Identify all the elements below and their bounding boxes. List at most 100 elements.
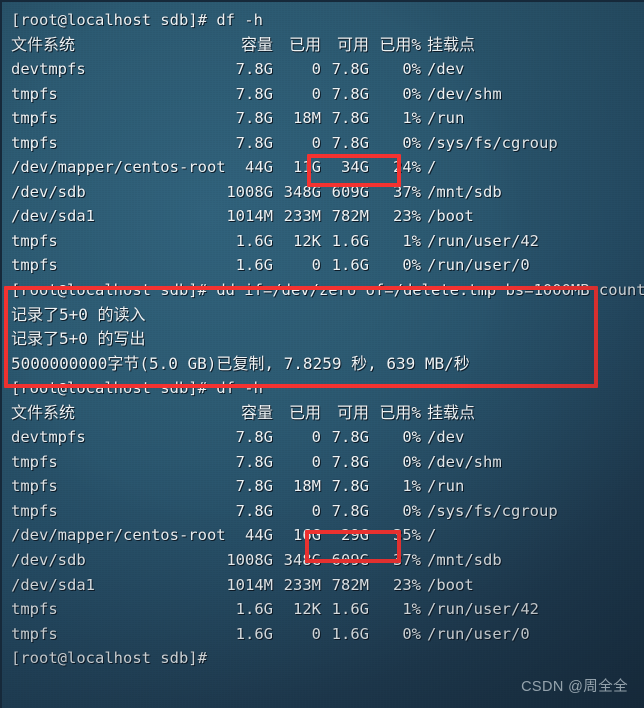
command-df-2: df -h [216, 379, 263, 398]
command-line-trailing[interactable]: [root@localhost sdb]# [11, 646, 641, 671]
dd-records-in: 记录了5+0 的读入 [11, 304, 146, 324]
cell-used: 0 [311, 256, 321, 275]
table-row-centos-root: /dev/mapper/centos-root 44G 16G 29G 35% … [11, 523, 641, 548]
cell-avail: 7.8G [331, 133, 369, 152]
cell-mounted: /boot [427, 575, 474, 594]
cell-mounted: /boot [427, 207, 474, 226]
cell-size: 1014M [226, 207, 273, 226]
dd-records-out: 记录了5+0 的写出 [11, 329, 146, 349]
command-dd: dd if=/dev/zero of=/delete.tmp bs=1000MB… [216, 281, 644, 300]
cell-mounted: /sys/fs/cgroup [427, 133, 558, 152]
cell-size: 1.6G [235, 231, 273, 250]
cell-size: 7.8G [235, 477, 273, 496]
cell-used: 233M [283, 207, 321, 226]
cell-avail: 7.8G [331, 477, 369, 496]
cell-used: 12K [293, 231, 321, 250]
table-row: tmpfs 1.6G 12K 1.6G 1% /run/user/42 [11, 229, 641, 254]
cell-size: 44G [245, 158, 273, 177]
cell-avail: 1.6G [331, 624, 369, 643]
table-row: tmpfs 7.8G 0 7.8G 0% /sys/fs/cgroup [11, 499, 641, 524]
cell-filesystem: /dev/sda1 [11, 207, 95, 226]
prompt-4: [root@localhost sdb]# [11, 649, 217, 668]
table-row: /dev/sda1 1014M 233M 782M 23% /boot [11, 204, 641, 229]
terminal-window[interactable]: [root@localhost sdb]# df -h 文件系统 容量 已用 可… [0, 0, 644, 708]
cell-used: 0 [311, 452, 321, 471]
cell-avail: 1.6G [331, 231, 369, 250]
cell-size: 7.8G [235, 428, 273, 447]
cell-filesystem: devtmpfs [11, 60, 86, 79]
df-col-avail: 可用 [336, 34, 369, 54]
cell-use-pct: 0% [402, 428, 421, 447]
cell-filesystem: /dev/sda1 [11, 575, 95, 594]
cell-used: 11G [293, 158, 321, 177]
cell-mounted: /dev [427, 60, 465, 79]
cell-used: 233M [283, 575, 321, 594]
cell-use-pct: 24% [393, 158, 421, 177]
cell-size: 7.8G [235, 84, 273, 103]
cell-size: 7.8G [235, 501, 273, 520]
cell-avail: 29G [341, 526, 369, 545]
cell-filesystem: /dev/sdb [11, 551, 86, 570]
cell-avail: 1.6G [331, 600, 369, 619]
cell-used: 0 [311, 624, 321, 643]
cell-size: 7.8G [235, 109, 273, 128]
df-col-filesystem: 文件系统 [11, 402, 76, 422]
table-row: /dev/sda1 1014M 233M 782M 23% /boot [11, 573, 641, 598]
df-col-used: 已用 [288, 34, 321, 54]
cell-filesystem: tmpfs [11, 109, 58, 128]
cell-mounted: /run [427, 109, 465, 128]
cell-filesystem: /dev/mapper/centos-root [11, 526, 226, 545]
prompt-2: [root@localhost sdb]# [11, 281, 217, 300]
df-col-size: 容量 [240, 402, 273, 422]
cell-avail: 609G [331, 182, 369, 201]
cell-size: 1.6G [235, 600, 273, 619]
table-row: tmpfs 7.8G 0 7.8G 0% /dev/shm [11, 82, 641, 107]
cell-avail: 7.8G [331, 452, 369, 471]
cell-size: 1.6G [235, 624, 273, 643]
table-row: tmpfs 7.8G 0 7.8G 0% /dev/shm [11, 450, 641, 475]
table-row-centos-root: /dev/mapper/centos-root 44G 11G 34G 24% … [11, 155, 641, 180]
cell-avail: 34G [341, 158, 369, 177]
cell-mounted: / [427, 526, 437, 545]
cell-used: 12K [293, 600, 321, 619]
cell-filesystem: /dev/mapper/centos-root [11, 158, 226, 177]
cell-mounted: /run/user/0 [427, 256, 530, 275]
cell-mounted: /mnt/sdb [427, 182, 502, 201]
df-col-use-pct: 已用% [379, 402, 421, 422]
cell-use-pct: 37% [393, 182, 421, 201]
cell-avail: 7.8G [331, 428, 369, 447]
cell-filesystem: tmpfs [11, 256, 58, 275]
cell-mounted: / [427, 158, 437, 177]
cell-avail: 782M [331, 575, 369, 594]
prompt-1: [root@localhost sdb]# [11, 11, 217, 29]
df-col-avail: 可用 [336, 402, 369, 422]
cell-size: 1014M [226, 575, 273, 594]
table-row: tmpfs 1.6G 0 1.6G 0% /run/user/0 [11, 253, 641, 278]
cell-mounted: /dev [427, 428, 465, 447]
cell-used: 0 [311, 133, 321, 152]
command-line-dd: [root@localhost sdb]# dd if=/dev/zero of… [11, 278, 644, 303]
df-col-filesystem: 文件系统 [11, 34, 76, 54]
cell-mounted: /run/user/0 [427, 624, 530, 643]
cell-mounted: /dev/shm [427, 84, 502, 103]
df-col-mounted: 挂载点 [427, 402, 476, 422]
cell-filesystem: tmpfs [11, 501, 58, 520]
table-row: devtmpfs 7.8G 0 7.8G 0% /dev [11, 425, 641, 450]
table-row: devtmpfs 7.8G 0 7.8G 0% /dev [11, 57, 641, 82]
table-row: tmpfs 7.8G 18M 7.8G 1% /run [11, 474, 641, 499]
table-row: tmpfs 7.8G 18M 7.8G 1% /run [11, 106, 641, 131]
cell-mounted: /run [427, 477, 465, 496]
table-row: tmpfs 1.6G 0 1.6G 0% /run/user/0 [11, 622, 641, 647]
cell-size: 1.6G [235, 256, 273, 275]
df-col-used: 已用 [288, 402, 321, 422]
cell-used: 0 [311, 84, 321, 103]
cell-size: 1008G [226, 182, 273, 201]
cell-filesystem: tmpfs [11, 477, 58, 496]
cell-size: 7.8G [235, 60, 273, 79]
cell-use-pct: 0% [402, 133, 421, 152]
cell-mounted: /mnt/sdb [427, 551, 502, 570]
cell-filesystem: devtmpfs [11, 428, 86, 447]
cell-use-pct: 23% [393, 207, 421, 226]
terminal-output: [root@localhost sdb]# df -h 文件系统 容量 已用 可… [11, 8, 644, 671]
df-header-2: 文件系统 容量 已用 可用 已用% 挂载点 [11, 401, 641, 426]
